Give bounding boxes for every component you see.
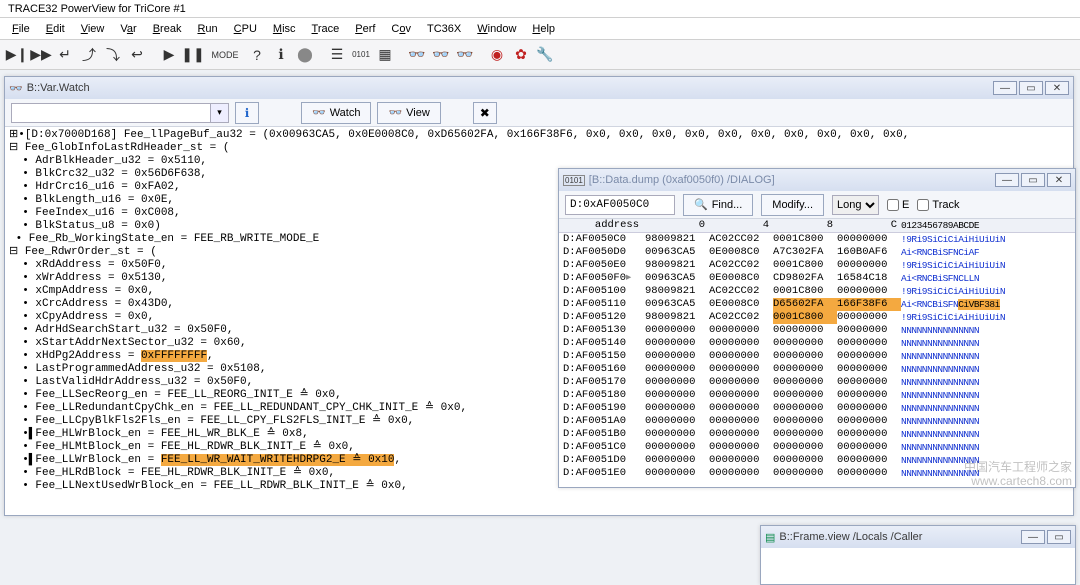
step-out-icon[interactable]: ↵ <box>54 44 76 66</box>
dump-row[interactable]: D:AF005150000000000000000000000000000000… <box>559 350 1075 363</box>
dump-row[interactable]: D:AF0051D0000000000000000000000000000000… <box>559 454 1075 467</box>
window-title: B::Var.Watch <box>27 82 90 94</box>
watch-line[interactable]: ⊟ Fee_GlobInfoLastRdHeader_st = ( <box>9 142 1069 155</box>
window-title: [B::Data.dump (0xaf0050f0) /DIALOG] <box>589 174 775 186</box>
dump-row[interactable]: D:AF0051B0000000000000000000000000000000… <box>559 428 1075 441</box>
close-button[interactable]: ✕ <box>1047 173 1071 187</box>
menu-misc[interactable]: Misc <box>267 21 302 37</box>
dump-row[interactable]: D:AF005180000000000000000000000000000000… <box>559 389 1075 402</box>
dump-body[interactable]: address 0 4 8 C 0123456789ABCDE D:AF0050… <box>559 219 1075 487</box>
menubar: File Edit View Var Break Run CPU Misc Tr… <box>0 18 1080 40</box>
dump-row[interactable]: D:AF0050F0▸00963CA50E0008C0CD9802FA16584… <box>559 272 1075 285</box>
watch-line[interactable]: ⊞•[D:0x7000D168] Fee_llPageBuf_au32 = (0… <box>9 129 1069 142</box>
menu-file[interactable]: File <box>6 21 36 37</box>
dump-row[interactable]: D:AF00511000963CA50E0008C0D65602FA166F38… <box>559 298 1075 311</box>
chip-icon[interactable]: ▦ <box>374 44 396 66</box>
info-button[interactable]: ℹ <box>235 102 259 124</box>
glasses-icon[interactable]: 👓 <box>406 44 428 66</box>
watch-button[interactable]: 👓Watch <box>301 102 371 124</box>
run-icon[interactable]: ▶ <box>158 44 180 66</box>
maximize-button[interactable]: ▭ <box>1019 81 1043 95</box>
stop-icon[interactable]: ⬤ <box>294 44 316 66</box>
dump-row[interactable]: D:AF0051A0000000000000000000000000000000… <box>559 415 1075 428</box>
down-icon[interactable]: ⤵ <box>102 44 124 66</box>
cube-icon[interactable]: ◉ <box>486 44 508 66</box>
main-toolbar: ▶❙ ▶▶ ↵ ⤴ ⤵ ↩ ▶ ❚❚ MODE ? ℹ ⬤ ☰ 0101 ▦ 👓… <box>0 40 1080 70</box>
binary-icon[interactable]: 0101 <box>350 44 372 66</box>
app-title: TRACE32 PowerView for TriCore #1 <box>8 3 186 15</box>
data-dump-window: 0101 [B::Data.dump (0xaf0050f0) /DIALOG]… <box>558 168 1076 488</box>
menu-trace[interactable]: Trace <box>306 21 346 37</box>
menu-tc36x[interactable]: TC36X <box>421 21 467 37</box>
help-icon[interactable]: ? <box>246 44 268 66</box>
dump-row[interactable]: D:AF0050D000963CA50E0008C0A7C302FA160B0A… <box>559 246 1075 259</box>
maximize-button[interactable]: ▭ <box>1021 173 1045 187</box>
mode-icon[interactable]: MODE <box>214 44 236 66</box>
dump-row[interactable]: D:AF005190000000000000000000000000000000… <box>559 402 1075 415</box>
config-icon[interactable]: ✿ <box>510 44 532 66</box>
window-title: B::Frame.view /Locals /Caller <box>779 531 922 543</box>
minimize-button[interactable]: — <box>995 173 1019 187</box>
chevron-down-icon[interactable]: ▾ <box>211 103 229 123</box>
info-icon[interactable]: ℹ <box>270 44 292 66</box>
delete-button[interactable]: ✖ <box>473 102 497 124</box>
dump-row[interactable]: D:AF005140000000000000000000000000000000… <box>559 337 1075 350</box>
dump-row[interactable]: D:AF0050C098009821AC02CC020001C800000000… <box>559 233 1075 246</box>
menu-break[interactable]: Break <box>147 21 188 37</box>
glasses2-icon[interactable]: 👓 <box>430 44 452 66</box>
menu-edit[interactable]: Edit <box>40 21 71 37</box>
glasses-icon: 👓 <box>9 82 23 95</box>
dump-row[interactable]: D:AF005170000000000000000000000000000000… <box>559 376 1075 389</box>
menu-perf[interactable]: Perf <box>349 21 381 37</box>
modify-button[interactable]: Modify... <box>761 194 824 216</box>
dump-row[interactable]: D:AF0051C0000000000000000000000000000000… <box>559 441 1075 454</box>
menu-cov[interactable]: Cov <box>385 21 417 37</box>
step-icon[interactable]: ▶❙ <box>6 44 28 66</box>
dump-row[interactable]: D:AF0050E098009821AC02CC020001C800000000… <box>559 259 1075 272</box>
close-button[interactable]: ✕ <box>1045 81 1069 95</box>
view-button[interactable]: 👓View <box>377 102 440 124</box>
menu-run[interactable]: Run <box>191 21 223 37</box>
menu-view[interactable]: View <box>75 21 111 37</box>
e-checkbox[interactable]: E <box>887 199 909 211</box>
dump-row[interactable]: D:AF00512098009821AC02CC020001C800000000… <box>559 311 1075 324</box>
maximize-button[interactable]: ▭ <box>1047 530 1071 544</box>
format-select[interactable]: Long <box>832 195 879 215</box>
expression-input[interactable] <box>11 103 211 123</box>
watch-line[interactable]: • AdrBlkHeader_u32 = 0x5110, <box>9 155 1069 168</box>
find-button[interactable]: 🔍Find... <box>683 194 753 216</box>
list-icon[interactable]: ☰ <box>326 44 348 66</box>
step-over-icon[interactable]: ▶▶ <box>30 44 52 66</box>
binary-icon: 0101 <box>563 175 585 186</box>
up-icon[interactable]: ⤴ <box>78 44 100 66</box>
dump-row[interactable]: D:AF0051E0000000000000000000000000000000… <box>559 467 1075 480</box>
pause-icon[interactable]: ❚❚ <box>182 44 204 66</box>
wrench-icon[interactable]: 🔧 <box>534 44 556 66</box>
dump-row[interactable]: D:AF00510098009821AC02CC020001C800000000… <box>559 285 1075 298</box>
minimize-button[interactable]: — <box>1021 530 1045 544</box>
address-input[interactable] <box>565 195 675 215</box>
track-checkbox[interactable]: Track <box>917 199 959 211</box>
glasses3-icon[interactable]: 👓 <box>454 44 476 66</box>
dump-row[interactable]: D:AF005160000000000000000000000000000000… <box>559 363 1075 376</box>
dump-row[interactable]: D:AF005130000000000000000000000000000000… <box>559 324 1075 337</box>
stack-icon: ▤ <box>765 531 775 544</box>
menu-var[interactable]: Var <box>114 21 142 37</box>
menu-help[interactable]: Help <box>526 21 561 37</box>
expression-combo[interactable]: ▾ <box>11 103 229 123</box>
dump-header: address 0 4 8 C 0123456789ABCDE <box>559 219 1075 233</box>
menu-window[interactable]: Window <box>471 21 522 37</box>
app-titlebar: TRACE32 PowerView for TriCore #1 <box>0 0 1080 18</box>
minimize-button[interactable]: — <box>993 81 1017 95</box>
frame-view-window: ▤ B::Frame.view /Locals /Caller — ▭ <box>760 525 1076 585</box>
return-icon[interactable]: ↩ <box>126 44 148 66</box>
menu-cpu[interactable]: CPU <box>228 21 263 37</box>
